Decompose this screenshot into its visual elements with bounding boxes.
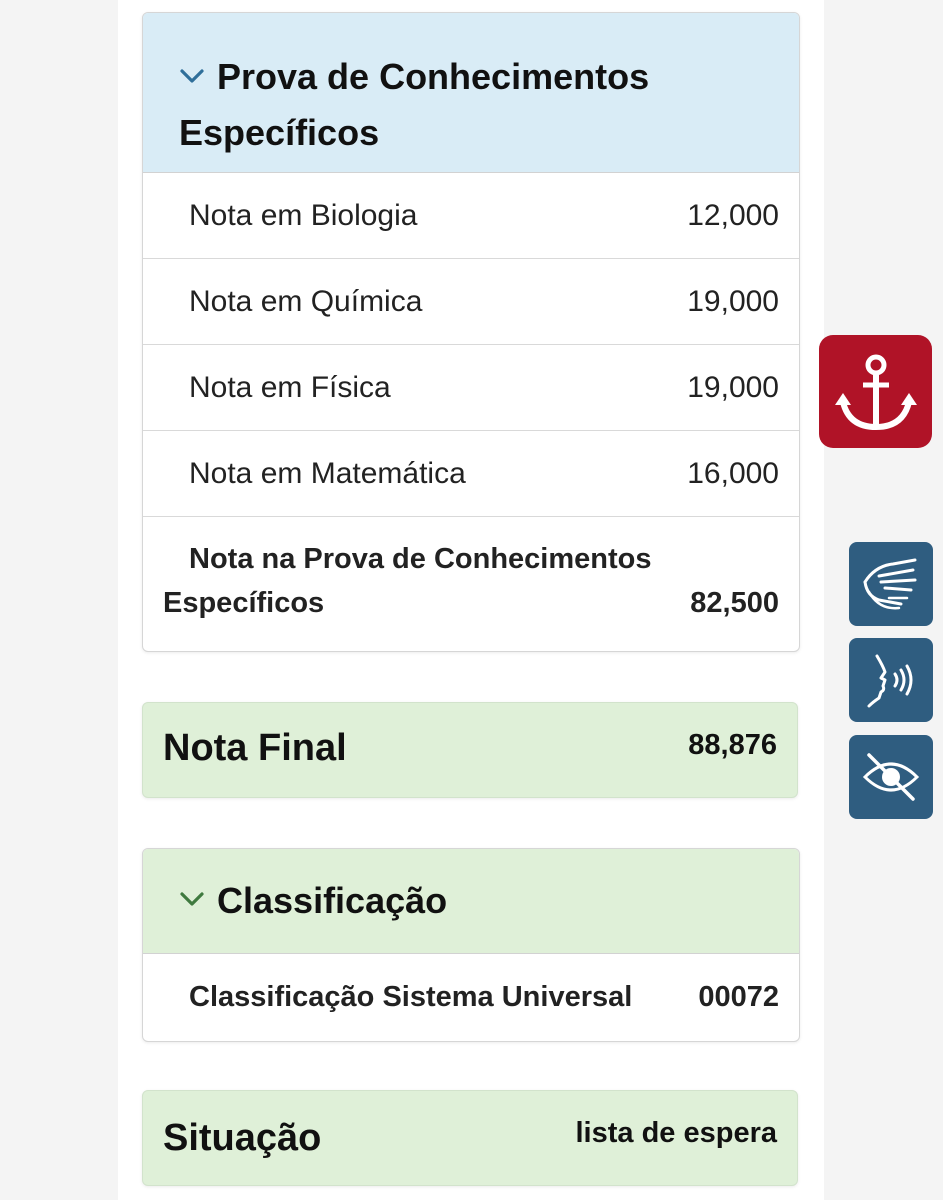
situacao-label: Situação: [163, 1117, 322, 1159]
total-label-line1: Nota na Prova de Conhecimentos: [189, 543, 652, 575]
sign-language-hands-icon: [863, 558, 917, 610]
panel-classificacao: Classificação Classificação Sistema Univ…: [142, 848, 800, 1042]
chevron-down-icon: [179, 889, 205, 914]
classificacao-row: Classificação Sistema Universal 00072: [143, 954, 799, 1040]
panel-title-line2: Específicos: [179, 112, 380, 153]
eye-slash-icon: [862, 753, 920, 801]
panel-title: Classificação: [217, 880, 448, 921]
grade-label: Nota em Química: [189, 284, 423, 318]
speaking-head-icon: [867, 654, 913, 708]
grade-row-matematica: Nota em Matemática 16,000: [143, 431, 799, 517]
chevron-down-icon: [179, 49, 205, 105]
panel-title-line1: Prova de Conhecimentos: [217, 56, 650, 97]
panel-nota-final: Nota Final 88,876: [142, 702, 798, 798]
grade-label: Nota em Física: [189, 370, 391, 404]
grades-list: Nota em Biologia 12,000 Nota em Química …: [143, 173, 799, 647]
grade-row-total-especificos: Nota na Prova de Conhecimentos Específic…: [143, 517, 799, 647]
total-label-line2: Específicos: [163, 587, 325, 619]
classificacao-value: 00072: [698, 980, 779, 1013]
grade-value: 19,000: [687, 284, 779, 318]
panel-situacao: Situação lista de espera: [142, 1090, 798, 1186]
total-value: 82,500: [690, 587, 779, 619]
nota-final-value: 88,876: [688, 729, 777, 761]
situacao-value: lista de espera: [575, 1117, 778, 1149]
nota-final-label: Nota Final: [163, 727, 347, 769]
panel-heading-especificos[interactable]: Prova de Conhecimentos Específicos: [143, 13, 799, 173]
panel-title: Prova de Conhecimentos Específicos: [179, 13, 649, 161]
grade-label: Nota em Matemática: [189, 456, 466, 490]
panel-heading-classificacao[interactable]: Classificação: [143, 849, 799, 954]
grade-value: 19,000: [687, 370, 779, 404]
panel-conhecimentos-especificos: Prova de Conhecimentos Específicos Nota …: [142, 12, 800, 652]
grade-row-biologia: Nota em Biologia 12,000: [143, 173, 799, 259]
back-to-top-button[interactable]: [819, 335, 932, 448]
classificacao-label: Classificação Sistema Universal: [189, 980, 633, 1013]
grade-value: 12,000: [687, 198, 779, 232]
libras-button[interactable]: [849, 542, 933, 626]
grade-row-quimica: Nota em Química 19,000: [143, 259, 799, 345]
anchor-icon: [834, 354, 917, 430]
high-contrast-button[interactable]: [849, 735, 933, 819]
audio-description-button[interactable]: [849, 638, 933, 722]
grade-value: 16,000: [687, 456, 779, 490]
grade-label: Nota em Biologia: [189, 198, 418, 232]
grade-row-fisica: Nota em Física 19,000: [143, 345, 799, 431]
